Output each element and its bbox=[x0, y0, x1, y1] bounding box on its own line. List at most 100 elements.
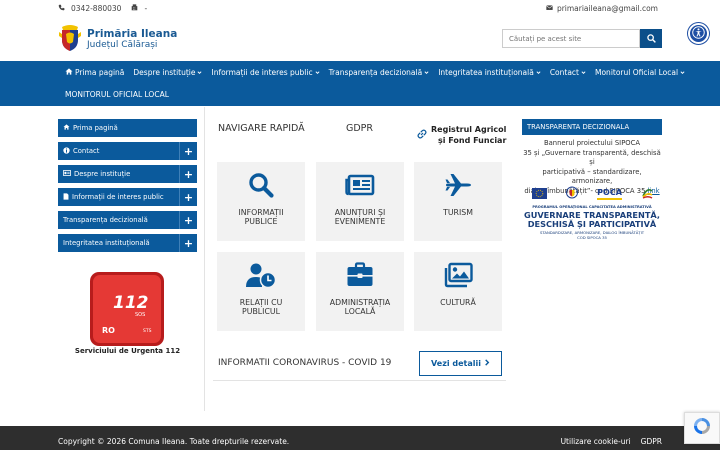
email-link[interactable]: primariaileana@gmail.com bbox=[557, 4, 658, 13]
sidebar-item-transparenta[interactable]: Transparența decizională + bbox=[58, 211, 197, 229]
sidebar-item-contact[interactable]: Contact + bbox=[58, 142, 197, 160]
expand-button[interactable]: + bbox=[179, 211, 197, 229]
accessibility-icon bbox=[692, 24, 705, 43]
panel-text-line: 35 și „Guvernare transparentă, deschisă … bbox=[523, 148, 661, 167]
tile-label-2: PUBLICUL bbox=[242, 307, 280, 316]
country-label: RO bbox=[102, 326, 115, 335]
sidebar-item-label: Integritatea instituțională bbox=[63, 239, 150, 247]
quick-nav-heading: NAVIGARE RAPIDĂ bbox=[218, 123, 305, 134]
eu-flag-icon bbox=[532, 184, 547, 203]
info-icon bbox=[63, 146, 70, 156]
search-icon bbox=[646, 31, 656, 46]
expand-button[interactable]: + bbox=[179, 234, 197, 252]
poca-logo: POCA bbox=[597, 188, 622, 200]
romania-government-crest-icon bbox=[566, 184, 579, 203]
user-clock-icon bbox=[245, 252, 277, 292]
search-form bbox=[502, 29, 662, 48]
tile-anunturi-evenimente[interactable]: ANUNȚURI ȘI EVENIMENTE bbox=[316, 162, 404, 241]
tile-turism[interactable]: TURISM bbox=[414, 162, 502, 241]
copyright-text: Copyright © 2026 Comuna Ileana. Toate dr… bbox=[58, 437, 290, 446]
sidebar-item-home[interactable]: Prima pagină bbox=[58, 119, 197, 137]
top-bar: 0342-880030 - primariaileana@gmail.com bbox=[0, 0, 720, 16]
nav-label: Despre instituție bbox=[133, 68, 196, 77]
search-input[interactable] bbox=[502, 29, 640, 48]
nav-label: Monitorul Oficial Local bbox=[595, 68, 679, 77]
plus-icon: + bbox=[183, 213, 194, 227]
accessibility-button[interactable] bbox=[688, 23, 709, 44]
tile-administratia-locala[interactable]: ADMINISTRAȚIA LOCALĂ bbox=[316, 252, 404, 331]
nav-item-integritatea[interactable]: Integritatea instituțională bbox=[435, 68, 544, 77]
site-header: Primăria Ileana Județul Călărași bbox=[0, 16, 720, 61]
nav-item-monitorul[interactable]: Monitorul Oficial Local bbox=[592, 68, 688, 77]
tile-label-2: EVENIMENTE bbox=[334, 217, 386, 226]
sidebar-item-despre[interactable]: Despre instituție + bbox=[58, 165, 197, 183]
footer-link-cookies[interactable]: Utilizare cookie-uri bbox=[561, 437, 631, 446]
chevron-right-icon bbox=[484, 359, 490, 368]
recaptcha-badge[interactable] bbox=[684, 412, 720, 444]
registru-line-2: și Fond Funciar bbox=[437, 136, 507, 145]
coat-of-arms-icon bbox=[58, 22, 82, 56]
sidebar-item-label: Informații de interes public bbox=[72, 193, 164, 201]
tile-label-1: ADMINISTRAȚIA bbox=[329, 298, 391, 307]
nav-label: Prima pagină bbox=[75, 68, 125, 77]
main-navigation: Prima pagină Despre instituție Informați… bbox=[0, 61, 720, 106]
sidebar-item-informatii[interactable]: Informații de interes public + bbox=[58, 188, 197, 206]
tile-label-1: CULTURĂ bbox=[440, 298, 476, 307]
sidebar-item-label: Transparența decizională bbox=[63, 216, 148, 224]
site-title: Primăria Ileana bbox=[87, 27, 178, 40]
phone-number[interactable]: 0342-880030 bbox=[71, 4, 121, 13]
button-label: Vezi detalii bbox=[431, 359, 481, 368]
project-title-line: DESCHISĂ ȘI PARTICIPATIVĂ bbox=[527, 219, 657, 229]
tile-label-1: TURISM bbox=[443, 208, 473, 217]
footer-link-gdpr[interactable]: GDPR bbox=[641, 437, 662, 446]
emergency-112-badge[interactable]: 112 SOS RO STS bbox=[90, 272, 164, 346]
program-label: PROGRAMUL OPERAȚIONAL CAPACITATEA ADMINI… bbox=[532, 205, 652, 209]
tile-cultura[interactable]: CULTURĂ bbox=[414, 252, 502, 331]
gdpr-link[interactable]: GDPR bbox=[346, 123, 373, 134]
tile-label-2: LOCALĂ bbox=[344, 307, 376, 316]
nav-item-despre[interactable]: Despre instituție bbox=[130, 68, 205, 77]
sidebar-menu: Prima pagină Contact + Despre instituție… bbox=[58, 119, 197, 257]
covid-divider bbox=[213, 380, 506, 381]
search-button[interactable] bbox=[640, 29, 662, 48]
chevron-down-icon bbox=[536, 68, 541, 77]
nav-label: Informații de interes public bbox=[211, 68, 313, 77]
tile-label-1: RELAȚII CU bbox=[239, 298, 283, 307]
project-subtitle: STANDARDIZARE, ARMONIZARE, DIALOG ÎMBUNĂ… bbox=[522, 230, 662, 240]
content-divider bbox=[204, 107, 205, 411]
project-subtitle-line: COD SIPOCA 35 bbox=[577, 235, 607, 240]
home-icon bbox=[63, 124, 70, 132]
site-subtitle: Județul Călărași bbox=[87, 39, 158, 50]
chevron-down-icon bbox=[424, 68, 429, 77]
newspaper-icon bbox=[345, 162, 375, 202]
nav-item-contact[interactable]: Contact bbox=[547, 68, 589, 77]
tile-relatii-publicul[interactable]: RELAȚII CU PUBLICUL bbox=[217, 252, 305, 331]
nav-item-informatii[interactable]: Informații de interes public bbox=[208, 68, 322, 77]
nav-row-1: Prima pagină Despre instituție Informați… bbox=[62, 68, 691, 77]
chevron-down-icon bbox=[197, 68, 203, 77]
covid-heading: INFORMATII CORONAVIRUS - COVID 19 bbox=[218, 358, 392, 368]
plus-icon: + bbox=[183, 144, 194, 158]
instrumente-structurale-icon bbox=[641, 184, 654, 203]
registru-agricol-link[interactable]: Registrul Agricol și Fond Funciar bbox=[417, 124, 506, 146]
nav-item-transparenta[interactable]: Transparența decizională bbox=[326, 68, 433, 77]
sipoca-logos: POCA bbox=[532, 185, 654, 202]
plane-icon bbox=[443, 162, 473, 202]
emergency-112-caption: Serviciului de Urgenta 112 bbox=[74, 347, 181, 355]
tile-informatii-publice[interactable]: INFORMAȚII PUBLICE bbox=[217, 162, 305, 241]
nav-item-home[interactable]: Prima pagină bbox=[62, 68, 127, 77]
sidebar-item-integritatea[interactable]: Integritatea instituțională + bbox=[58, 234, 197, 252]
expand-button[interactable]: + bbox=[179, 142, 197, 160]
search-icon bbox=[248, 162, 274, 202]
expand-button[interactable]: + bbox=[179, 188, 197, 206]
site-logo[interactable]: Primăria Ileana Județul Călărași bbox=[58, 22, 177, 56]
covid-details-button[interactable]: Vezi detalii bbox=[419, 351, 502, 376]
nav-label: Contact bbox=[549, 68, 579, 77]
nav-item-monitorul-oficial-local[interactable]: MONITORUL OFICIAL LOCAL bbox=[62, 90, 172, 99]
emergency-112-logo: 112 SOS RO STS bbox=[93, 275, 161, 343]
emergency-number: 112 bbox=[113, 293, 149, 313]
home-icon bbox=[65, 68, 73, 77]
tile-label-1: INFORMAȚII bbox=[238, 208, 284, 217]
plus-icon: + bbox=[183, 167, 194, 181]
expand-button[interactable]: + bbox=[179, 165, 197, 183]
